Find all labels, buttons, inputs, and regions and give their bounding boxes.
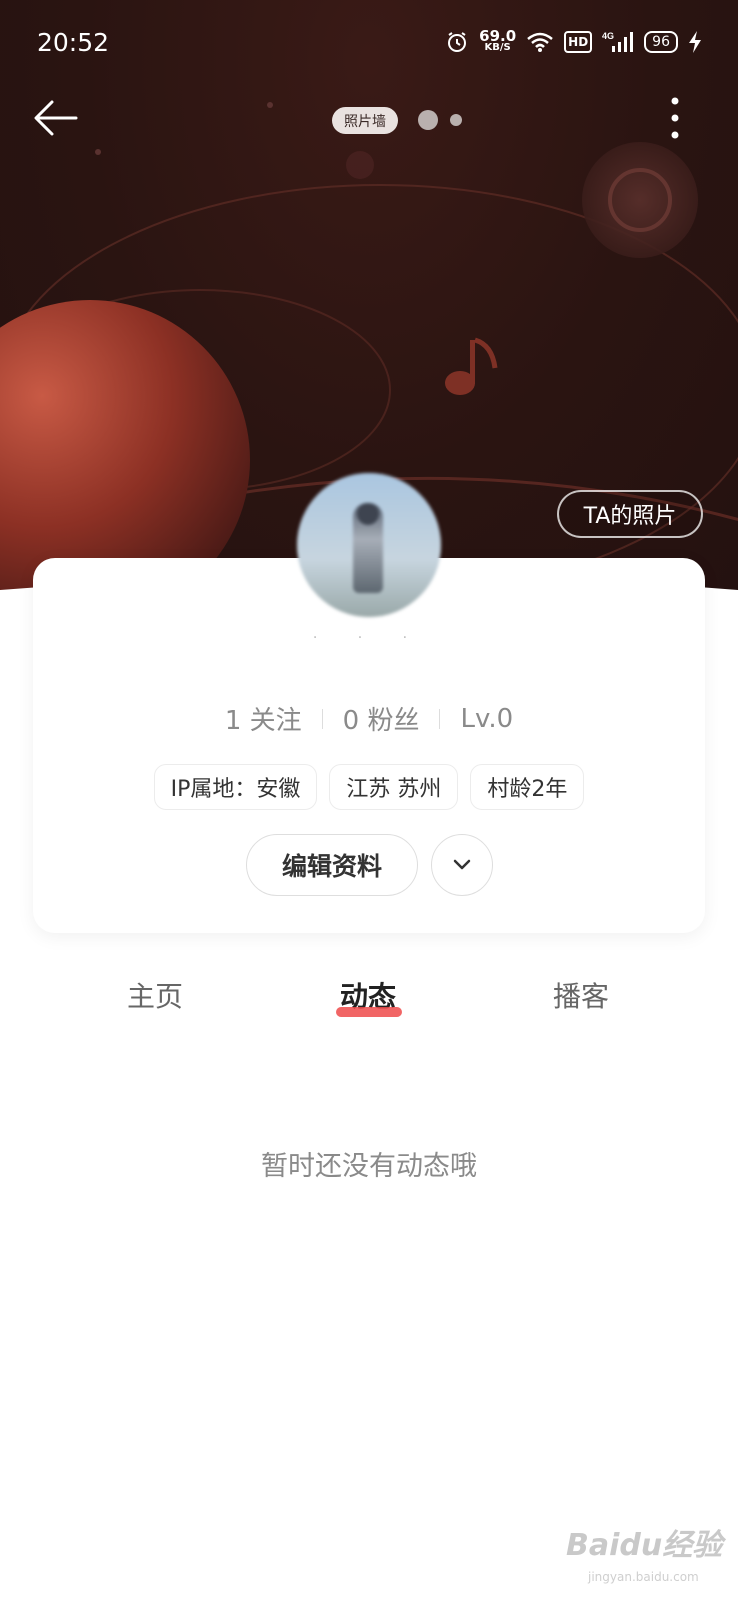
music-note-decoration bbox=[445, 337, 498, 395]
status-bar: 20:52 69.0 KB/S HD 4G 96 bbox=[0, 0, 738, 90]
hd-badge: HD bbox=[564, 31, 593, 53]
carousel-dot[interactable] bbox=[450, 114, 462, 126]
region-tag: 江苏 苏州 bbox=[329, 764, 459, 810]
alarm-icon bbox=[445, 30, 469, 54]
carousel-dot[interactable] bbox=[418, 110, 438, 130]
stats-divider bbox=[439, 708, 441, 729]
active-tab-indicator bbox=[336, 1007, 402, 1017]
signal-icon: 4G bbox=[602, 30, 634, 54]
user-level[interactable]: Lv.0 bbox=[460, 704, 513, 734]
net-speed: 69.0 KB/S bbox=[479, 27, 517, 54]
account-age-tag: 村龄2年 bbox=[470, 764, 585, 810]
following-count[interactable]: 1 关注 bbox=[225, 700, 302, 737]
wifi-icon bbox=[526, 31, 554, 53]
avatar[interactable] bbox=[297, 473, 441, 617]
ta-photos-button[interactable]: TA的照片 bbox=[557, 490, 703, 538]
profile-tags: IP属地：安徽 江苏 苏州 村龄2年 bbox=[0, 764, 738, 810]
status-icons: 69.0 KB/S HD 4G 96 bbox=[445, 27, 702, 54]
more-options-button[interactable] bbox=[662, 95, 688, 141]
status-time: 20:52 bbox=[37, 28, 110, 57]
more-vertical-icon bbox=[671, 97, 679, 139]
edit-profile-button[interactable]: 编辑资料 bbox=[246, 834, 418, 896]
back-arrow-icon bbox=[34, 100, 78, 136]
watermark-url: jingyan.baidu.com bbox=[588, 1570, 699, 1584]
profile-tabs: 主页 动态 播客 bbox=[0, 975, 738, 1035]
ip-location-tag: IP属地：安徽 bbox=[153, 764, 318, 810]
tab-podcast[interactable]: 播客 bbox=[553, 975, 609, 1015]
avatar-head bbox=[357, 503, 379, 525]
followers-count[interactable]: 0 粉丝 bbox=[343, 700, 420, 737]
photo-wall-label[interactable]: 照片墙 bbox=[332, 107, 398, 134]
expand-button[interactable] bbox=[431, 834, 493, 896]
stats-divider bbox=[321, 708, 323, 729]
watermark-logo: Baidu经验 bbox=[566, 1528, 723, 1563]
nickname-blurred: · · · bbox=[312, 630, 426, 646]
back-button[interactable] bbox=[30, 92, 82, 144]
network-type-label: 4G bbox=[602, 31, 614, 41]
charging-icon bbox=[688, 31, 702, 53]
tab-home[interactable]: 主页 bbox=[127, 975, 183, 1015]
chevron-down-icon bbox=[453, 859, 471, 870]
profile-stats: 1 关注 0 粉丝 Lv.0 bbox=[0, 700, 738, 737]
empty-state-text: 暂时还没有动态哦 bbox=[261, 1151, 477, 1182]
battery-level: 96 bbox=[644, 31, 678, 53]
